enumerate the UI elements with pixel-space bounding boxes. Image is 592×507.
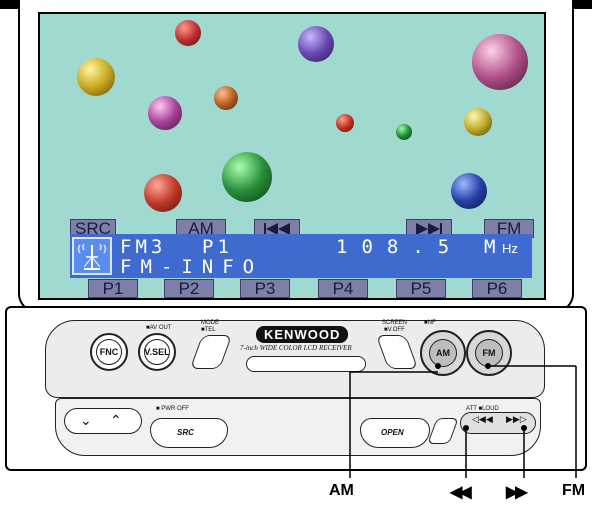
next-callout-label: ▶▶ xyxy=(506,484,528,501)
callout-lines xyxy=(349,363,577,478)
header-title: Component Names xyxy=(200,0,328,9)
am-callout-label: AM xyxy=(329,482,354,499)
fm-callout-label: FM xyxy=(562,482,586,499)
prev-callout-label: ◀◀ xyxy=(450,484,472,501)
